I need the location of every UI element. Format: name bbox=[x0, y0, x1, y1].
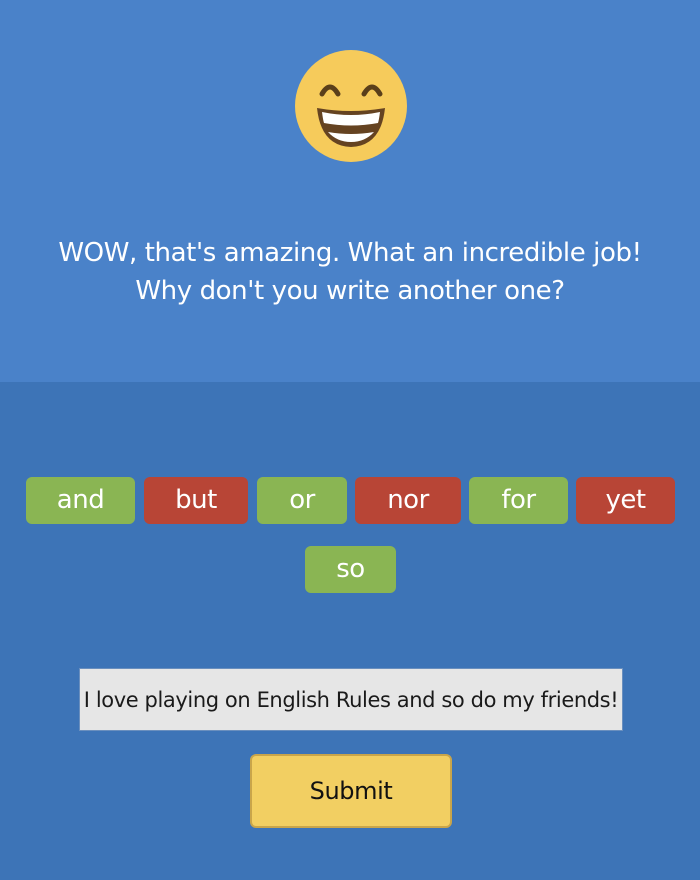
feedback-message: WOW, that's amazing. What an incredible … bbox=[0, 234, 700, 310]
feedback-line-2: Why don't you write another one? bbox=[135, 276, 565, 306]
sentence-input[interactable] bbox=[79, 668, 623, 731]
word-button-but[interactable]: but bbox=[144, 477, 248, 524]
feedback-line-1: WOW, that's amazing. What an incredible … bbox=[58, 238, 642, 268]
grinning-face-icon bbox=[295, 50, 407, 162]
word-button-nor[interactable]: nor bbox=[355, 477, 461, 524]
word-button-and[interactable]: and bbox=[26, 477, 135, 524]
word-button-for[interactable]: for bbox=[469, 477, 568, 524]
word-button-so[interactable]: so bbox=[305, 546, 396, 593]
feedback-panel: WOW, that's amazing. What an incredible … bbox=[0, 0, 700, 382]
submit-button[interactable]: Submit bbox=[250, 754, 452, 828]
word-button-yet[interactable]: yet bbox=[576, 477, 675, 524]
word-button-or[interactable]: or bbox=[257, 477, 347, 524]
